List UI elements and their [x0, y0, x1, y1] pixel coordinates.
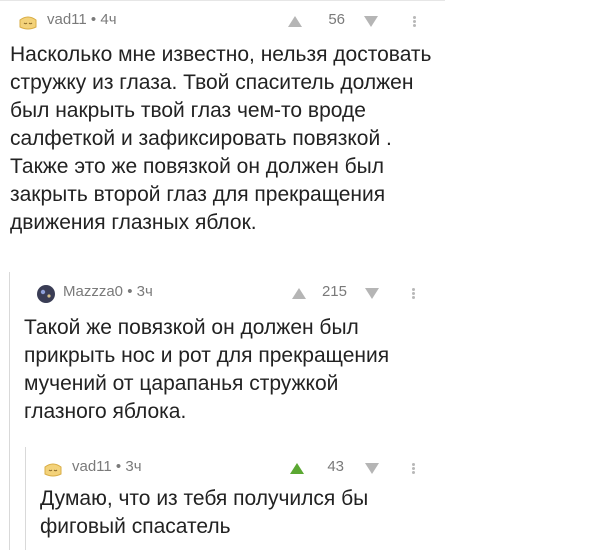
upvote-button[interactable] [290, 282, 308, 304]
more-options-button[interactable] [407, 10, 421, 32]
comment: vad11 • 4ч 56 Насколько мне известно, не… [0, 8, 600, 258]
comment-header: vad11 • 3ч 43 [0, 455, 600, 481]
avatar[interactable] [36, 284, 56, 304]
comment-time: • 3ч [111, 458, 142, 475]
triangle-up-icon [288, 15, 302, 27]
comment-author-meta[interactable]: vad11 • 3ч [72, 458, 142, 475]
comment-time: • 4ч [86, 11, 117, 28]
sleeping-face-icon [44, 463, 62, 477]
comment-text: Думаю, что из тебя получился бы фиговый … [40, 487, 369, 538]
comment-time: • 3ч [123, 283, 153, 300]
sleeping-face-icon [19, 16, 37, 30]
comment-header: Mazzza0 • 3ч 215 [0, 280, 600, 306]
downvote-button[interactable] [362, 10, 380, 32]
comment-text: Насколько мне известно, нельзя достовать… [10, 43, 432, 234]
comment-author[interactable]: vad11 [47, 11, 87, 28]
comment-author-meta[interactable]: Mazzza0 • 3ч [63, 283, 153, 300]
comment-author[interactable]: Mazzza0 [63, 283, 123, 300]
avatar[interactable] [18, 12, 38, 32]
comment-author[interactable]: vad11 [72, 458, 112, 475]
triangle-down-icon [364, 15, 378, 27]
triangle-up-icon [292, 287, 306, 299]
more-options-button[interactable] [406, 282, 420, 304]
vertical-dots-icon [411, 462, 415, 475]
comment-author-meta[interactable]: vad11 • 4ч [47, 11, 117, 28]
vertical-dots-icon [411, 287, 415, 300]
top-divider [0, 0, 445, 1]
downvote-button[interactable] [363, 457, 381, 479]
comment: vad11 • 3ч 43 Думаю, что из тебя получил… [0, 447, 600, 550]
more-options-button[interactable] [406, 457, 420, 479]
vertical-dots-icon [412, 15, 416, 28]
comment-rating: 56 [328, 11, 345, 28]
triangle-down-icon [365, 462, 379, 474]
comment-rating: 215 [321, 283, 347, 300]
avatar[interactable] [43, 459, 63, 479]
upvote-button[interactable] [286, 10, 304, 32]
comment-rating: 43 [327, 458, 344, 475]
comment-header: vad11 • 4ч 56 [0, 8, 600, 34]
downvote-button[interactable] [363, 282, 381, 304]
triangle-up-icon [290, 462, 304, 474]
comment-text: Такой же повязкой он должен был прикрыть… [24, 316, 390, 423]
user-avatar-icon [37, 285, 55, 303]
triangle-down-icon [365, 287, 379, 299]
